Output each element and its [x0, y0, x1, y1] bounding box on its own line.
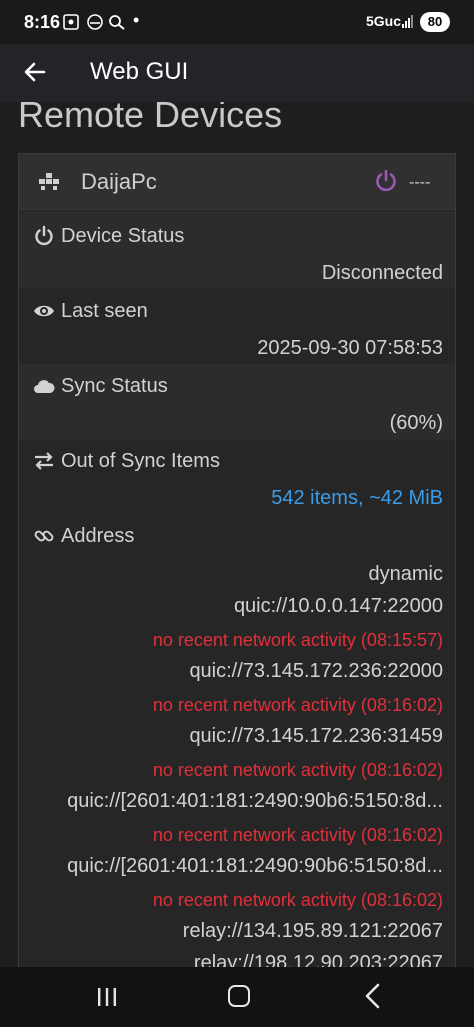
- power-icon[interactable]: [373, 168, 399, 194]
- address-line: relay://134.195.89.121:22067: [182, 920, 443, 942]
- eye-icon: [34, 305, 54, 317]
- home-icon[interactable]: [228, 985, 250, 1007]
- app-title: Web GUI: [90, 58, 189, 85]
- power-icon: [35, 225, 53, 246]
- device-status-value: Disconnected: [321, 262, 443, 284]
- sync-status-value: (60%): [389, 412, 443, 434]
- address-error: no recent network activity (08:16:02): [152, 695, 443, 715]
- address-error: no recent network activity (08:16:02): [152, 890, 443, 910]
- network-type: 5Guc: [366, 13, 402, 29]
- device-name: DaijaPc: [81, 169, 157, 194]
- recent-apps-icon[interactable]: [96, 987, 118, 1007]
- out-of-sync-link[interactable]: 542 items, ~42 MiB: [271, 487, 443, 510]
- address-line: quic://73.145.172.236:22000: [189, 660, 443, 682]
- device-panel: DaijaPc ---- Device Status Disconnected …: [18, 153, 456, 983]
- screenshot-icon: [63, 14, 79, 30]
- address-line: quic://10.0.0.147:22000: [233, 595, 443, 617]
- gamepad-icon: [87, 14, 103, 30]
- address-line: dynamic: [368, 563, 443, 585]
- notification-dot-icon: •: [133, 10, 140, 30]
- exchange-icon: [35, 452, 53, 470]
- app-bar-overlay: Web GUI: [0, 44, 474, 102]
- device-status-dashes: ----: [409, 174, 431, 191]
- system-nav-bar: [0, 967, 474, 1027]
- status-bar: 8:16 • 5Guc 80: [0, 0, 474, 44]
- device-header[interactable]: DaijaPc ----: [19, 154, 455, 210]
- cloud-icon: [34, 380, 55, 393]
- missed-call-icon: [109, 15, 125, 30]
- address-error: no recent network activity (08:15:57): [152, 630, 443, 650]
- device-icon: [39, 173, 59, 190]
- address-error: no recent network activity (08:16:02): [152, 825, 443, 845]
- link-icon: [34, 530, 54, 542]
- address-error: no recent network activity (08:16:02): [152, 760, 443, 780]
- address-line: quic://[2601:401:181:2490:90b6:5150:8d..…: [67, 790, 443, 812]
- address-line: quic://[2601:401:181:2490:90b6:5150:8d..…: [67, 855, 443, 877]
- battery-indicator: 80: [420, 12, 450, 32]
- nav-back-icon[interactable]: [362, 983, 384, 1009]
- signal-icon: [402, 14, 416, 28]
- last-seen-value: 2025-09-30 07:58:53: [257, 337, 443, 359]
- back-arrow-icon[interactable]: [18, 54, 54, 90]
- clock: 8:16: [24, 12, 61, 32]
- address-line: quic://73.145.172.236:31459: [189, 725, 443, 747]
